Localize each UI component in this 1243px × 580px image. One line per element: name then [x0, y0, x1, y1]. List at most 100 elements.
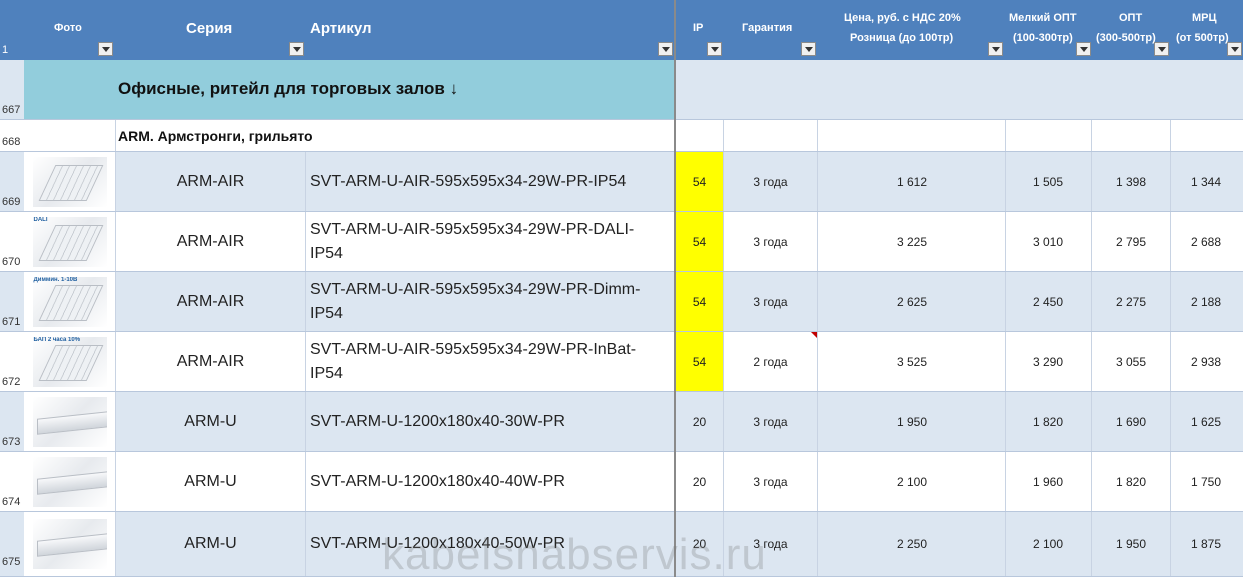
- ip-cell[interactable]: 20: [676, 452, 724, 511]
- warranty-cell[interactable]: 3 года: [724, 392, 818, 451]
- photo-cell[interactable]: Диммин. 1-10В: [24, 272, 116, 331]
- product-photo[interactable]: БАП 2 часа 10%: [32, 336, 107, 387]
- series-cell[interactable]: ARM-AIR: [116, 212, 306, 271]
- filter-mrc-button[interactable]: [1227, 42, 1242, 56]
- mrc-cell[interactable]: 2 938: [1171, 332, 1243, 391]
- group-row[interactable]: 668 ARM. Армстронги, грильято: [0, 120, 1243, 152]
- retail-price-cell[interactable]: 2 625: [818, 272, 1006, 331]
- table-row[interactable]: 669 ARM-AIR SVT-ARM-U-AIR-595x595x34-29W-P…: [0, 152, 1243, 212]
- table-row[interactable]: 673 ARM-U SVT-ARM-U-1200x180x40-30W-PR 20 3 …: [0, 392, 1243, 452]
- filter-ip-button[interactable]: [707, 42, 722, 56]
- row-number: 669: [2, 196, 21, 208]
- wholesale-cell[interactable]: 3 055: [1092, 332, 1171, 391]
- row-number: 672: [2, 376, 21, 388]
- ip-cell[interactable]: 54: [676, 212, 724, 271]
- series-cell[interactable]: ARM-AIR: [116, 272, 306, 331]
- small-wholesale-cell[interactable]: 1 505: [1006, 152, 1092, 211]
- filter-article-button[interactable]: [658, 42, 673, 56]
- photo-cell[interactable]: [24, 452, 116, 511]
- retail-price-cell[interactable]: 2 250: [818, 512, 1006, 576]
- ip-cell[interactable]: 20: [676, 392, 724, 451]
- retail-price-value: 2 625: [896, 294, 927, 309]
- warranty-cell[interactable]: 3 года: [724, 152, 818, 211]
- ip-cell[interactable]: 54: [676, 272, 724, 331]
- article-cell[interactable]: SVT-ARM-U-AIR-595x595x34-29W-PR-InBat- IP…: [306, 332, 676, 391]
- mrc-cell[interactable]: 1 750: [1171, 452, 1243, 511]
- series-cell[interactable]: ARM-U: [116, 512, 306, 576]
- mrc-cell[interactable]: 2 688: [1171, 212, 1243, 271]
- warranty-cell[interactable]: 2 года: [724, 332, 818, 391]
- wholesale-cell[interactable]: 1 950: [1092, 512, 1171, 576]
- filter-retail-button[interactable]: [988, 42, 1003, 56]
- product-photo[interactable]: Диммин. 1-10В: [32, 276, 107, 327]
- retail-price-cell[interactable]: 1 950: [818, 392, 1006, 451]
- luminaire-panel-image: [38, 344, 103, 381]
- filter-wholesale-button[interactable]: [1154, 42, 1169, 56]
- thumbnail-tag: Диммин. 1-10В: [33, 276, 78, 283]
- table-row[interactable]: 674 ARM-U SVT-ARM-U-1200x180x40-40W-PR 20 3 …: [0, 452, 1243, 512]
- mrc-cell[interactable]: 1 625: [1171, 392, 1243, 451]
- photo-cell[interactable]: [24, 152, 116, 211]
- wholesale-cell[interactable]: 1 398: [1092, 152, 1171, 211]
- filter-photo-button[interactable]: [98, 42, 113, 56]
- small-wholesale-cell[interactable]: 2 450: [1006, 272, 1092, 331]
- product-photo[interactable]: DALI: [32, 216, 107, 267]
- series-cell[interactable]: ARM-AIR: [116, 152, 306, 211]
- mrc-cell[interactable]: 1 875: [1171, 512, 1243, 576]
- column-header-wholesale: ОПТ (300-500тр): [1092, 0, 1171, 60]
- table-row[interactable]: 670 DALI ARM-AIR SVT-ARM-U-AIR-595x595x34-2…: [0, 212, 1243, 272]
- small-wholesale-cell[interactable]: 3 290: [1006, 332, 1092, 391]
- row-number: 671: [2, 316, 21, 328]
- header-small-wholesale-line2: (100-300тр): [1013, 32, 1073, 44]
- wholesale-cell[interactable]: 2 275: [1092, 272, 1171, 331]
- table-row[interactable]: 671 Диммин. 1-10В ARM-AIR SVT-ARM-U-AIR-595…: [0, 272, 1243, 332]
- photo-cell[interactable]: БАП 2 часа 10%: [24, 332, 116, 391]
- article-cell[interactable]: SVT-ARM-U-AIR-595x595x34-29W-PR-IP54: [306, 152, 676, 211]
- product-photo[interactable]: [32, 396, 107, 447]
- small-wholesale-cell[interactable]: 2 100: [1006, 512, 1092, 576]
- small-wholesale-cell[interactable]: 1 820: [1006, 392, 1092, 451]
- comment-indicator[interactable]: [811, 332, 817, 338]
- retail-price-cell[interactable]: 1 612: [818, 152, 1006, 211]
- small-wholesale-value: 1 820: [1032, 414, 1063, 429]
- filter-warranty-button[interactable]: [801, 42, 816, 56]
- series-cell[interactable]: ARM-U: [116, 452, 306, 511]
- retail-price-cell[interactable]: 3 225: [818, 212, 1006, 271]
- retail-price-cell[interactable]: 2 100: [818, 452, 1006, 511]
- article-cell[interactable]: SVT-ARM-U-1200x180x40-30W-PR: [306, 392, 676, 451]
- wholesale-cell[interactable]: 1 690: [1092, 392, 1171, 451]
- column-header-article: Артикул: [306, 0, 676, 60]
- wholesale-cell[interactable]: 2 795: [1092, 212, 1171, 271]
- mrc-cell[interactable]: 1 344: [1171, 152, 1243, 211]
- mrc-cell[interactable]: 2 188: [1171, 272, 1243, 331]
- article-cell[interactable]: SVT-ARM-U-AIR-595x595x34-29W-PR-DALI- IP5…: [306, 212, 676, 271]
- photo-cell[interactable]: [24, 392, 116, 451]
- product-photo[interactable]: [32, 156, 107, 207]
- small-wholesale-cell[interactable]: 1 960: [1006, 452, 1092, 511]
- small-wholesale-cell[interactable]: 3 010: [1006, 212, 1092, 271]
- article-cell[interactable]: SVT-ARM-U-1200x180x40-40W-PR: [306, 452, 676, 511]
- section-row[interactable]: 667 Офисные, ритейл для торговых залов ↓: [0, 60, 1243, 120]
- photo-cell[interactable]: DALI: [24, 212, 116, 271]
- series-cell[interactable]: ARM-AIR: [116, 332, 306, 391]
- warranty-cell[interactable]: 3 года: [724, 212, 818, 271]
- product-photo[interactable]: [32, 519, 107, 569]
- retail-price-cell[interactable]: 3 525: [818, 332, 1006, 391]
- watermark: kabelsnabservis.ru: [382, 530, 767, 579]
- article-cell[interactable]: SVT-ARM-U-AIR-595x595x34-29W-PR-Dimm- IP5…: [306, 272, 676, 331]
- filter-series-button[interactable]: [289, 42, 304, 56]
- luminaire-linear-image: [36, 410, 107, 435]
- article-line1: SVT-ARM-U-AIR-595x595x34-29W-PR-IP54: [310, 172, 627, 190]
- photo-cell[interactable]: [24, 512, 116, 576]
- product-photo[interactable]: [32, 456, 107, 507]
- ip-cell[interactable]: 54: [676, 332, 724, 391]
- filter-small-wholesale-button[interactable]: [1076, 42, 1091, 56]
- section-title: Офисные, ритейл для торговых залов ↓: [118, 79, 459, 98]
- warranty-value: 3 года: [753, 474, 788, 489]
- warranty-cell[interactable]: 3 года: [724, 272, 818, 331]
- warranty-cell[interactable]: 3 года: [724, 452, 818, 511]
- table-row[interactable]: 672 БАП 2 часа 10% ARM-AIR SVT-ARM-U-AIR-59…: [0, 332, 1243, 392]
- series-cell[interactable]: ARM-U: [116, 392, 306, 451]
- wholesale-cell[interactable]: 1 820: [1092, 452, 1171, 511]
- ip-cell[interactable]: 54: [676, 152, 724, 211]
